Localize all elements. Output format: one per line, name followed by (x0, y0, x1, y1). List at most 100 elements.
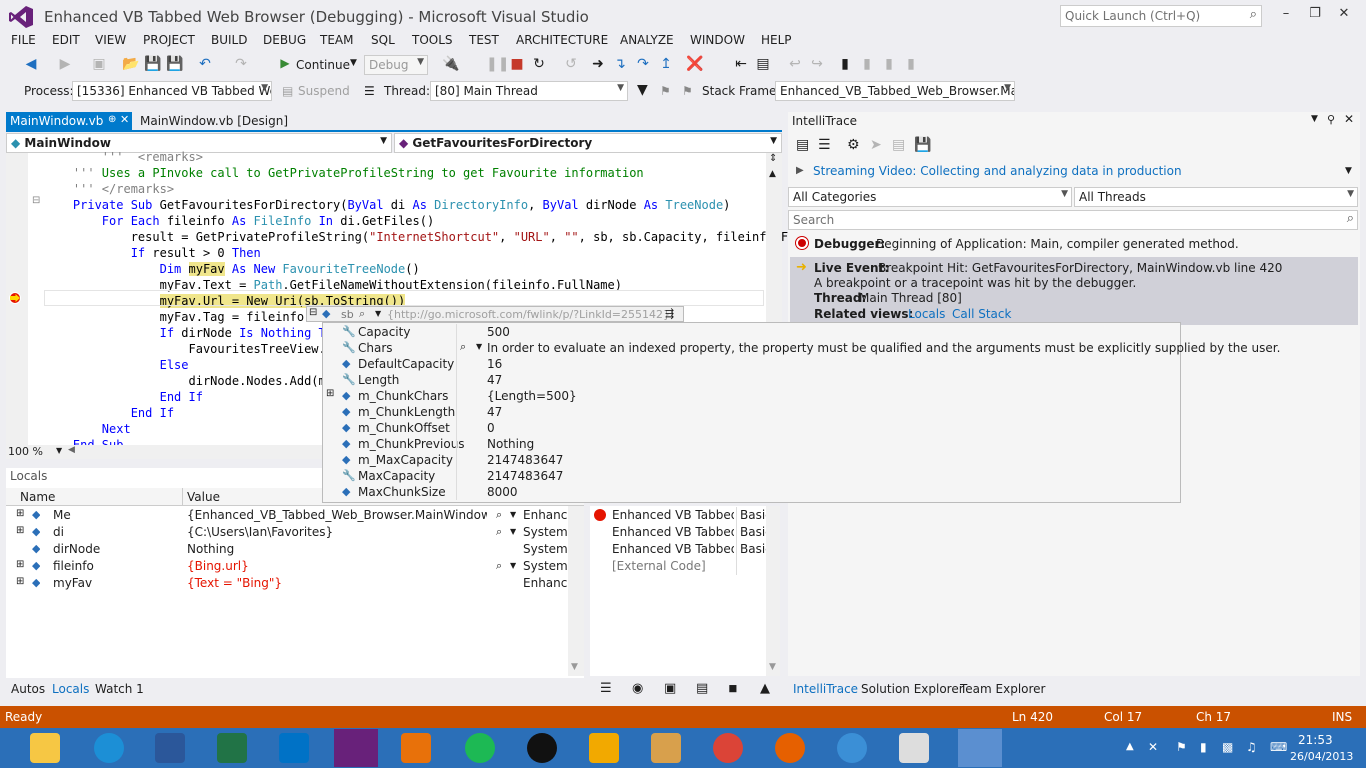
chevron-down-icon[interactable]: ▼ (510, 510, 516, 519)
outlook-icon[interactable] (279, 733, 309, 763)
categories-dropdown[interactable]: All Categories ▼ (788, 187, 1072, 207)
quick-launch-input[interactable]: Quick Launch (Ctrl+Q) ⌕ (1060, 5, 1262, 27)
forward-icon[interactable]: ▶ (56, 56, 74, 72)
media-player-icon[interactable] (401, 733, 431, 763)
locals-row[interactable]: ⊞ ◆ myFav {Text = "Bing"} Enhance (6, 575, 584, 592)
scroll-left-icon[interactable]: ◀ (68, 445, 75, 455)
code-line[interactable]: End If (44, 389, 203, 405)
chevron-down-icon[interactable]: ▼ (476, 342, 482, 351)
tab-solution-explorer[interactable]: Solution Explorer (861, 682, 964, 696)
intellitrace-search-input[interactable]: Search ⌕ (788, 210, 1358, 230)
thread-dropdown[interactable]: [80] Main Thread ▼ (430, 81, 628, 101)
toolbar-icon-c[interactable]: ↩ (786, 56, 804, 72)
split-icon[interactable]: ⇕ (769, 153, 777, 164)
locals-row[interactable]: ⊞ ◆ di {C:\Users\Ian\Favorites} ⌕ ▼ System.I (6, 524, 584, 541)
code-line[interactable]: For Each fileinfo As FileInfo In di.GetF… (44, 213, 434, 229)
menu-project[interactable]: PROJECT (143, 33, 195, 47)
tray-battery-icon[interactable]: ▮ (1200, 740, 1207, 754)
save-icon[interactable]: 💾 (144, 56, 162, 72)
code-line[interactable]: If result > 0 Then (44, 245, 261, 261)
datatip-row[interactable]: 🔧 Length 47 (322, 372, 1181, 388)
close-icon[interactable]: ✕ (1344, 112, 1354, 126)
locals-row[interactable]: ⊞ ◆ fileinfo {Bing.url} ⌕ ▼ System.I (6, 558, 584, 575)
hex-icon[interactable]: ❌ (686, 56, 704, 72)
menu-debug[interactable]: DEBUG (263, 33, 306, 47)
flag-all-icon[interactable]: ⚑ (682, 84, 693, 98)
tab-watch-1[interactable]: Watch 1 (95, 682, 144, 696)
expand-icon[interactable]: ⊞ (16, 525, 24, 536)
chrome-icon[interactable] (713, 733, 743, 763)
datatip-row[interactable]: ◆ MaxChunkSize 8000 (322, 484, 1181, 500)
flag-icon[interactable]: ⚑ (660, 84, 671, 98)
scroll-down-icon[interactable]: ▼ (571, 662, 578, 672)
expand-icon[interactable]: ⊞ (326, 388, 334, 399)
menu-help[interactable]: HELP (761, 33, 792, 47)
export-icon[interactable]: ▤ (892, 137, 905, 153)
locals-link[interactable]: Locals (908, 307, 945, 321)
chevron-down-icon[interactable]: ▼ (1345, 166, 1352, 176)
code-line[interactable]: If dirNode Is Nothing Th (44, 325, 333, 341)
menu-file[interactable]: FILE (11, 33, 36, 47)
toolbar-icon-d[interactable]: ↪ (808, 56, 826, 72)
code-line[interactable]: myFav.Tag = fileinfo. (44, 309, 312, 325)
navigate-icon[interactable]: ➤ (870, 137, 882, 153)
datatip-row[interactable]: 🔧 Capacity 500 (322, 324, 1181, 340)
spotify-icon[interactable] (465, 733, 495, 763)
code-line[interactable]: End If (44, 405, 174, 421)
datatip-row[interactable]: ◆ m_ChunkOffset 0 (322, 420, 1181, 436)
menu-tools[interactable]: TOOLS (412, 33, 453, 47)
bookmark-next-icon[interactable]: ▮ (880, 56, 898, 72)
code-line[interactable]: ''' <remarks> (44, 149, 203, 165)
call-stack-row[interactable]: Enhanced VB Tabbed W Basic (590, 507, 766, 524)
code-line[interactable]: Dim myFav As New FavouriteTreeNode() (44, 261, 420, 277)
menu-edit[interactable]: EDIT (52, 33, 80, 47)
datatip-header[interactable]: ⊟ ◆ sb ⌕ ▼ {http://go.microsoft.com/fwli… (306, 306, 684, 322)
new-project-icon[interactable]: ▣ (90, 56, 108, 72)
streaming-video-link[interactable]: Streaming Video: Collecting and analyzin… (813, 164, 1182, 178)
locals-row[interactable]: ◆ dirNode Nothing System.W (6, 541, 584, 558)
collapse-icon[interactable]: ⊟ (32, 195, 40, 206)
visual-studio-taskbar-icon[interactable] (334, 729, 378, 767)
menu-view[interactable]: VIEW (95, 33, 126, 47)
chevron-down-icon[interactable]: ▼ (510, 561, 516, 570)
refresh-icon[interactable]: ↺ (562, 56, 580, 72)
tray-chevron-icon[interactable]: ▲ (1126, 741, 1134, 752)
tray-signal-icon[interactable]: ▩ (1222, 740, 1233, 754)
code-line[interactable]: ''' Uses a PInvoke call to GetPrivatePro… (44, 165, 644, 181)
app-icon[interactable] (527, 733, 557, 763)
menu-architecture[interactable]: ARCHITECTURE (516, 33, 608, 47)
code-line[interactable]: result = GetPrivateProfileString("Intern… (44, 229, 788, 245)
tray-volume-icon[interactable]: ♫ (1246, 740, 1257, 754)
code-line[interactable]: FavouritesTreeView.N (44, 341, 333, 357)
restore-button[interactable]: ❐ (1305, 6, 1325, 24)
open-icon[interactable]: 📂 (122, 56, 140, 72)
datatip-row[interactable]: ◆ m_MaxCapacity 2147483647 (322, 452, 1181, 468)
clock-time[interactable]: 21:53 (1298, 733, 1333, 747)
pin-icon[interactable]: ⇶ (665, 307, 674, 320)
tray-keyboard-icon[interactable]: ⌨ (1270, 740, 1287, 754)
debugger-event[interactable]: Debugger: Beginning of Application: Main… (790, 235, 1358, 255)
process-dropdown[interactable]: [15336] Enhanced VB Tabbed Web ▼ (72, 81, 272, 101)
tab-autos[interactable]: Autos (11, 682, 45, 696)
toolbar-icon-b[interactable]: ▤ (754, 56, 772, 72)
filter-icon[interactable]: ▼ (637, 82, 648, 98)
column-divider[interactable] (182, 488, 183, 506)
zoom-level[interactable]: 100 % (8, 445, 43, 458)
code-line[interactable]: ''' </remarks> (44, 181, 174, 197)
attach-icon[interactable]: 🔌 (442, 56, 460, 72)
datatip-row[interactable]: ◆ m_ChunkLength 47 (322, 404, 1181, 420)
live-event[interactable]: ➜ Live Event: Breakpoint Hit: GetFavouri… (790, 257, 1358, 325)
step-out-icon[interactable]: ↥ (657, 56, 675, 72)
menu-analyze[interactable]: ANALYZE (620, 33, 674, 47)
tab-team-explorer[interactable]: Team Explorer (960, 682, 1046, 696)
itunes-icon[interactable] (837, 733, 867, 763)
calls-view-icon[interactable]: ☰ (818, 137, 831, 153)
tab-locals[interactable]: Locals (52, 682, 89, 696)
save-all-icon[interactable]: 💾 (166, 56, 184, 72)
chevron-down-icon[interactable]: ▼ (56, 446, 62, 455)
scroll-down-icon[interactable]: ▼ (769, 662, 776, 672)
close-icon[interactable]: ✕ (120, 113, 129, 126)
pin-icon[interactable]: ⊕ (108, 114, 116, 125)
continue-icon[interactable]: ▶ (276, 56, 294, 70)
tab-intellitrace[interactable]: IntelliTrace (793, 682, 858, 696)
